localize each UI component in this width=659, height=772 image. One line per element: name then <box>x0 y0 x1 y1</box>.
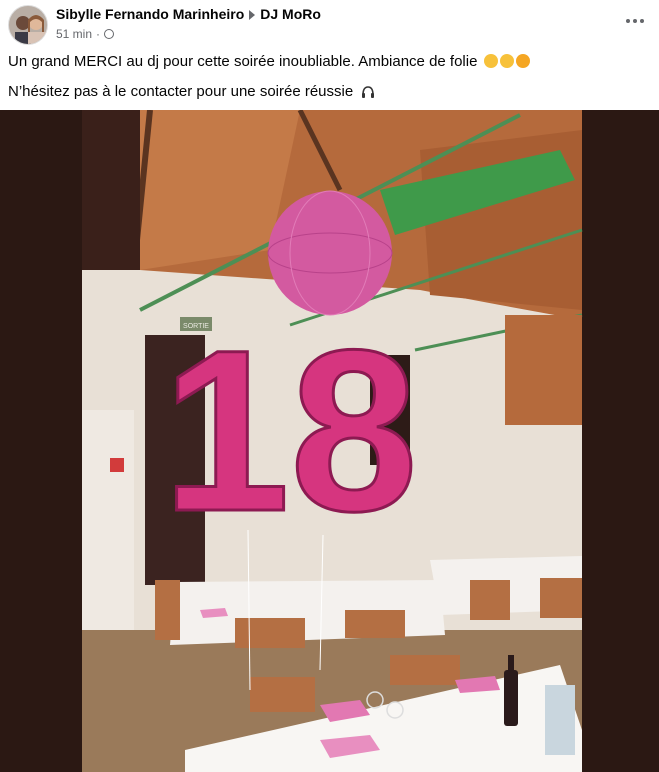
more-options-icon[interactable] <box>625 14 645 28</box>
avatar[interactable] <box>8 5 48 45</box>
post-photo[interactable]: SORTIE 18 <box>0 110 659 772</box>
post-line-1: Un grand MERCI au dj pour cette soirée i… <box>8 53 478 70</box>
post-author-line: Sibylle Fernando Marinheiro DJ MoRo <box>56 6 321 22</box>
post-line-1-container: Un grand MERCI au dj pour cette soirée i… <box>8 52 648 72</box>
globe-icon <box>104 29 115 39</box>
balloon-18: 18 <box>162 302 418 559</box>
post-text: Un grand MERCI au dj pour cette soirée i… <box>8 52 648 112</box>
meta-separator: · <box>96 27 101 41</box>
post-line-2: N’hésitez pas à le contacter pour une so… <box>8 83 354 100</box>
right-arrow-icon <box>249 10 256 21</box>
partying-face-icon <box>499 54 514 68</box>
post-header: Sibylle Fernando Marinheiro DJ MoRo 51 mi… <box>0 0 659 50</box>
post-line-2-container: N’hésitez pas à le contacter pour une so… <box>8 82 648 102</box>
author-name[interactable]: Sibylle Fernando Marinheiro <box>56 6 244 22</box>
smiling-face-with-hearts-icon <box>515 54 530 68</box>
post-time[interactable]: 51 min <box>56 27 92 41</box>
target-page-name[interactable]: DJ MoRo <box>260 6 321 22</box>
post-meta: 51 min · <box>56 27 115 41</box>
headphones-icon <box>362 86 375 98</box>
smiling-face-with-hearts-icon <box>483 54 498 68</box>
